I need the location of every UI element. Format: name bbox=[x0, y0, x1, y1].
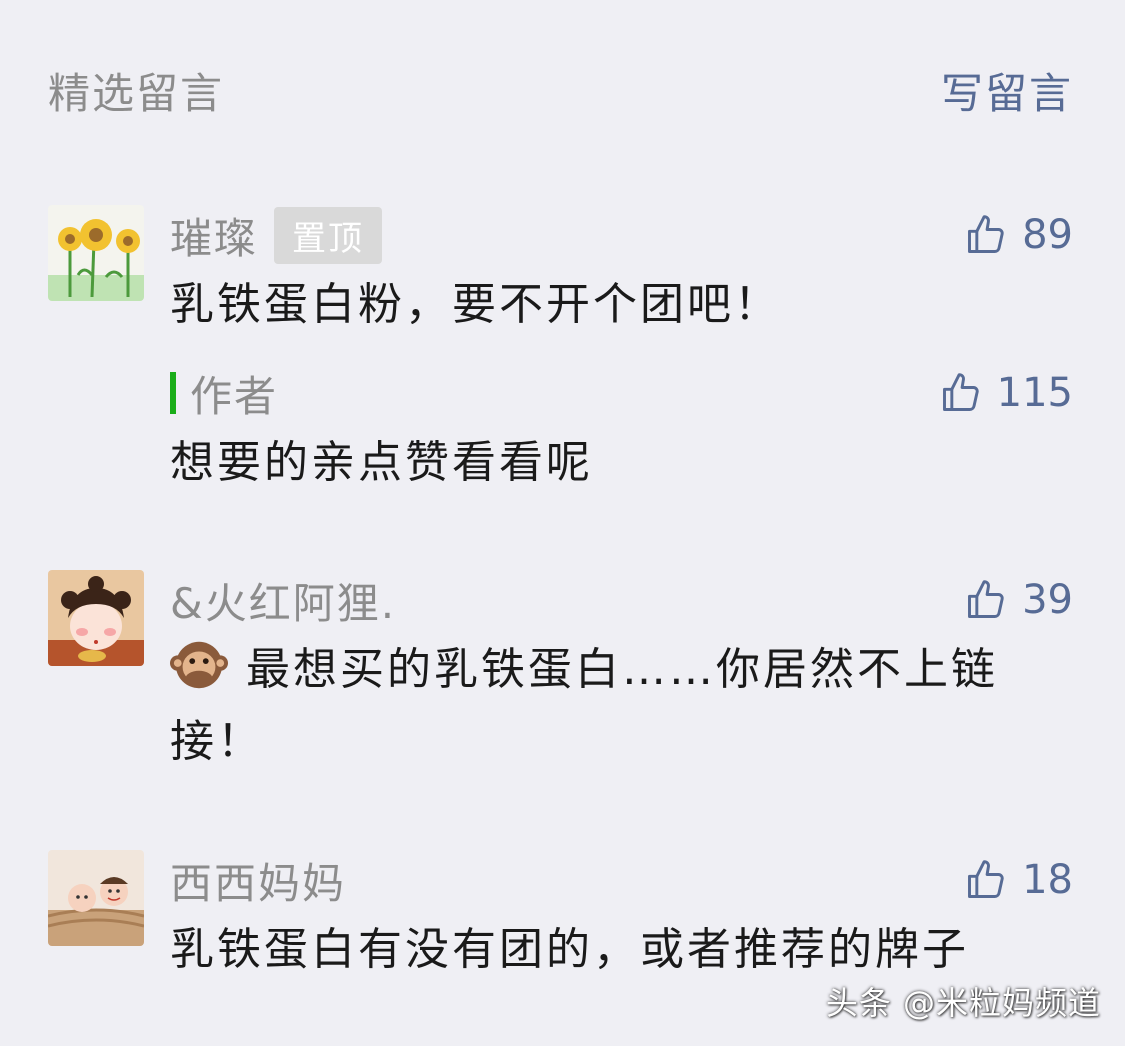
baby-photo-icon bbox=[48, 850, 144, 946]
avatar[interactable] bbox=[48, 850, 144, 946]
pinned-badge: 置顶 bbox=[274, 206, 383, 264]
avatar[interactable] bbox=[48, 570, 144, 666]
comment-text: 最想买的乳铁蛋白……你居然不上链接！ bbox=[170, 634, 1073, 778]
author-indicator-bar bbox=[170, 372, 176, 414]
thumbs-up-icon bbox=[968, 580, 1004, 618]
like-button[interactable]: 18 bbox=[964, 850, 1073, 910]
write-comment-link[interactable]: 写留言 bbox=[941, 60, 1073, 121]
reply-like-button[interactable]: 115 bbox=[939, 363, 1073, 423]
comment-text-content: 最想买的乳铁蛋白……你居然不上链接！ bbox=[170, 644, 998, 767]
comment-body: &火红阿狸. 39 最想买的乳铁蛋白……你居然不上链接！ bbox=[170, 570, 1073, 778]
reply-text: 想要的亲点赞看看呢 bbox=[170, 437, 593, 488]
like-button[interactable]: 39 bbox=[964, 570, 1073, 630]
like-count: 89 bbox=[1022, 212, 1073, 258]
like-count: 18 bbox=[1022, 857, 1073, 903]
comments-header: 精选留言 写留言 bbox=[48, 60, 1073, 120]
comment-body: 西西妈妈 18 乳铁蛋白有没有团的，或者推荐的牌子 bbox=[170, 850, 1073, 986]
comment-header: 璀璨 置顶 89 bbox=[170, 205, 1073, 265]
comment-text: 乳铁蛋白粉，要不开个团吧！ bbox=[170, 279, 781, 330]
reply-like-count: 115 bbox=[996, 370, 1073, 416]
reply-header: 作者 115 bbox=[170, 363, 1073, 423]
sunflower-drawing-icon bbox=[48, 205, 144, 301]
cartoon-girl-icon bbox=[48, 570, 144, 666]
speak-no-evil-monkey-emoji-icon bbox=[170, 641, 228, 689]
comment-header: &火红阿狸. 39 bbox=[170, 570, 1073, 630]
comment-nickname[interactable]: &火红阿狸. bbox=[170, 570, 396, 631]
selected-comments-title: 精选留言 bbox=[48, 68, 225, 118]
thumbs-up-icon bbox=[942, 373, 979, 411]
comment-nickname[interactable]: 西西妈妈 bbox=[170, 850, 346, 911]
comment-body: 璀璨 置顶 89 乳铁蛋白粉，要不开个团吧！ 作者 115 想要的亲点赞看看呢 bbox=[170, 205, 1073, 499]
watermark: 头条 @米粒妈频道 bbox=[825, 984, 1101, 1022]
comment-nickname[interactable]: 璀璨 bbox=[170, 205, 258, 266]
reply-author-label: 作者 bbox=[190, 371, 279, 421]
thumbs-up-icon bbox=[968, 860, 1004, 898]
like-button[interactable]: 89 bbox=[964, 205, 1073, 265]
author-reply: 作者 115 想要的亲点赞看看呢 bbox=[170, 363, 1073, 499]
avatar[interactable] bbox=[48, 205, 144, 301]
thumbs-up-icon bbox=[968, 215, 1004, 253]
comment-text: 乳铁蛋白有没有团的，或者推荐的牌子 bbox=[170, 924, 969, 975]
comment-header: 西西妈妈 18 bbox=[170, 850, 1073, 910]
like-count: 39 bbox=[1022, 577, 1073, 623]
